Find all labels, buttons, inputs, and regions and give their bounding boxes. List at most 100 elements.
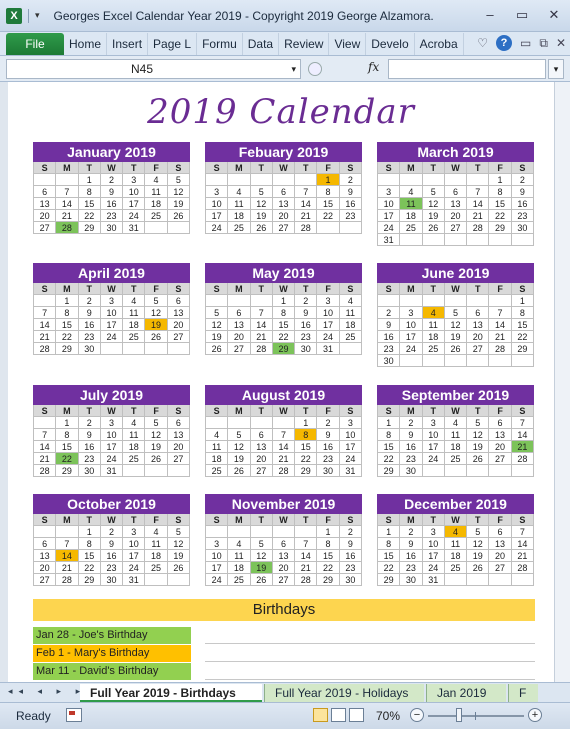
empty-day-cell[interactable] [444, 574, 468, 586]
day-cell[interactable]: 10 [100, 429, 124, 441]
day-cell[interactable]: 24 [317, 331, 340, 343]
empty-day-cell[interactable] [34, 174, 57, 186]
day-cell[interactable]: 27 [34, 222, 57, 234]
empty-day-cell[interactable] [511, 574, 534, 586]
day-cell[interactable]: 2 [400, 417, 423, 429]
day-cell[interactable]: 29 [295, 465, 318, 477]
day-cell[interactable]: 10 [378, 198, 401, 210]
day-cell[interactable]: 14 [34, 319, 57, 331]
day-cell[interactable]: 23 [78, 453, 101, 465]
day-cell[interactable]: 12 [145, 307, 168, 319]
day-cell[interactable]: 21 [250, 331, 273, 343]
day-cell[interactable]: 14 [511, 429, 534, 441]
day-cell[interactable]: 29 [56, 465, 79, 477]
day-cell[interactable]: 12 [467, 429, 490, 441]
day-cell[interactable]: 7 [295, 538, 318, 550]
day-cell[interactable]: 27 [444, 222, 468, 234]
day-cell[interactable]: 6 [228, 307, 251, 319]
day-cell[interactable]: 10 [400, 319, 423, 331]
day-cell[interactable]: 7 [511, 417, 534, 429]
sheet-tab-holidays[interactable]: Full Year 2019 - Holidays [264, 684, 424, 702]
day-cell[interactable]: 21 [295, 562, 318, 574]
day-cell[interactable]: 13 [489, 429, 512, 441]
day-cell[interactable]: 15 [317, 198, 340, 210]
day-cell[interactable]: 11 [123, 429, 146, 441]
day-cell[interactable]: 1 [78, 526, 101, 538]
empty-day-cell[interactable] [123, 465, 146, 477]
day-cell[interactable]: 25 [422, 343, 445, 355]
day-cell[interactable]: 3 [378, 186, 401, 198]
day-cell[interactable]: 22 [511, 331, 534, 343]
day-cell[interactable]: 13 [167, 307, 190, 319]
day-cell[interactable]: 10 [206, 550, 229, 562]
day-cell[interactable]: 16 [100, 198, 124, 210]
day-cell[interactable]: 6 [34, 538, 57, 550]
day-cell[interactable]: 7 [489, 307, 512, 319]
day-cell[interactable]: 3 [100, 417, 124, 429]
day-cell[interactable]: 14 [250, 319, 273, 331]
day-cell[interactable]: 1 [511, 295, 534, 307]
empty-day-cell[interactable] [467, 174, 490, 186]
day-cell[interactable]: 14 [489, 319, 512, 331]
page-layout-view-icon[interactable] [331, 708, 346, 722]
day-cell[interactable]: 10 [317, 307, 340, 319]
day-cell[interactable]: 1 [272, 295, 296, 307]
day-cell[interactable]: 19 [167, 198, 190, 210]
day-cell[interactable]: 29 [56, 343, 79, 355]
vertical-scrollbar[interactable] [554, 82, 570, 682]
day-cell[interactable]: 10 [422, 429, 445, 441]
empty-day-cell[interactable] [444, 295, 468, 307]
day-cell[interactable]: 8 [511, 307, 534, 319]
day-cell[interactable]: 6 [272, 538, 296, 550]
day-cell[interactable]: 26 [145, 331, 168, 343]
day-cell[interactable]: 17 [378, 210, 401, 222]
day-cell[interactable]: 1 [489, 174, 512, 186]
day-cell[interactable]: 2 [511, 174, 534, 186]
empty-day-cell[interactable] [272, 417, 296, 429]
day-cell[interactable]: 30 [400, 574, 423, 586]
day-cell[interactable]: 21 [34, 331, 57, 343]
day-cell[interactable]: 4 [123, 417, 146, 429]
day-cell[interactable]: 27 [228, 343, 251, 355]
day-cell[interactable]: 12 [250, 198, 273, 210]
day-cell[interactable]: 20 [34, 562, 57, 574]
day-cell[interactable]: 31 [378, 234, 401, 246]
day-cell[interactable]: 29 [272, 343, 296, 355]
empty-day-cell[interactable] [400, 355, 423, 367]
tab-data[interactable]: Data [243, 33, 280, 55]
day-cell[interactable]: 21 [489, 331, 512, 343]
day-cell[interactable]: 26 [167, 210, 190, 222]
day-cell[interactable]: 27 [34, 574, 57, 586]
day-cell[interactable]: 7 [56, 186, 79, 198]
day-cell[interactable]: 7 [511, 526, 534, 538]
day-cell[interactable]: 11 [400, 198, 423, 210]
day-cell[interactable]: 3 [206, 538, 229, 550]
empty-day-cell[interactable] [511, 234, 534, 246]
day-cell[interactable]: 9 [100, 186, 124, 198]
day-cell[interactable]: 20 [272, 210, 296, 222]
day-cell[interactable]: 5 [250, 538, 273, 550]
day-cell[interactable]: 25 [228, 222, 251, 234]
day-cell[interactable]: 4 [123, 295, 146, 307]
day-cell[interactable]: 17 [206, 562, 229, 574]
day-cell[interactable]: 10 [123, 538, 146, 550]
day-cell[interactable]: 25 [444, 562, 468, 574]
day-cell[interactable]: 31 [123, 574, 146, 586]
day-cell[interactable]: 29 [378, 574, 401, 586]
empty-day-cell[interactable] [422, 234, 445, 246]
empty-day-cell[interactable] [400, 234, 423, 246]
day-cell[interactable]: 9 [339, 186, 362, 198]
day-cell[interactable]: 6 [250, 429, 273, 441]
normal-view-icon[interactable] [313, 708, 328, 722]
close-window-icon[interactable]: ✕ [544, 6, 564, 24]
day-cell[interactable]: 29 [511, 343, 534, 355]
workbook-minimize-icon[interactable]: ▭ [520, 36, 531, 50]
day-cell[interactable]: 28 [34, 465, 57, 477]
day-cell[interactable]: 30 [78, 465, 101, 477]
birthday-entry[interactable]: Feb 1 - Mary's Birthday [33, 645, 191, 662]
day-cell[interactable]: 1 [378, 417, 401, 429]
day-cell[interactable]: 28 [295, 222, 318, 234]
day-cell[interactable]: 10 [422, 538, 445, 550]
day-cell[interactable]: 16 [378, 331, 401, 343]
day-cell[interactable]: 18 [228, 562, 251, 574]
